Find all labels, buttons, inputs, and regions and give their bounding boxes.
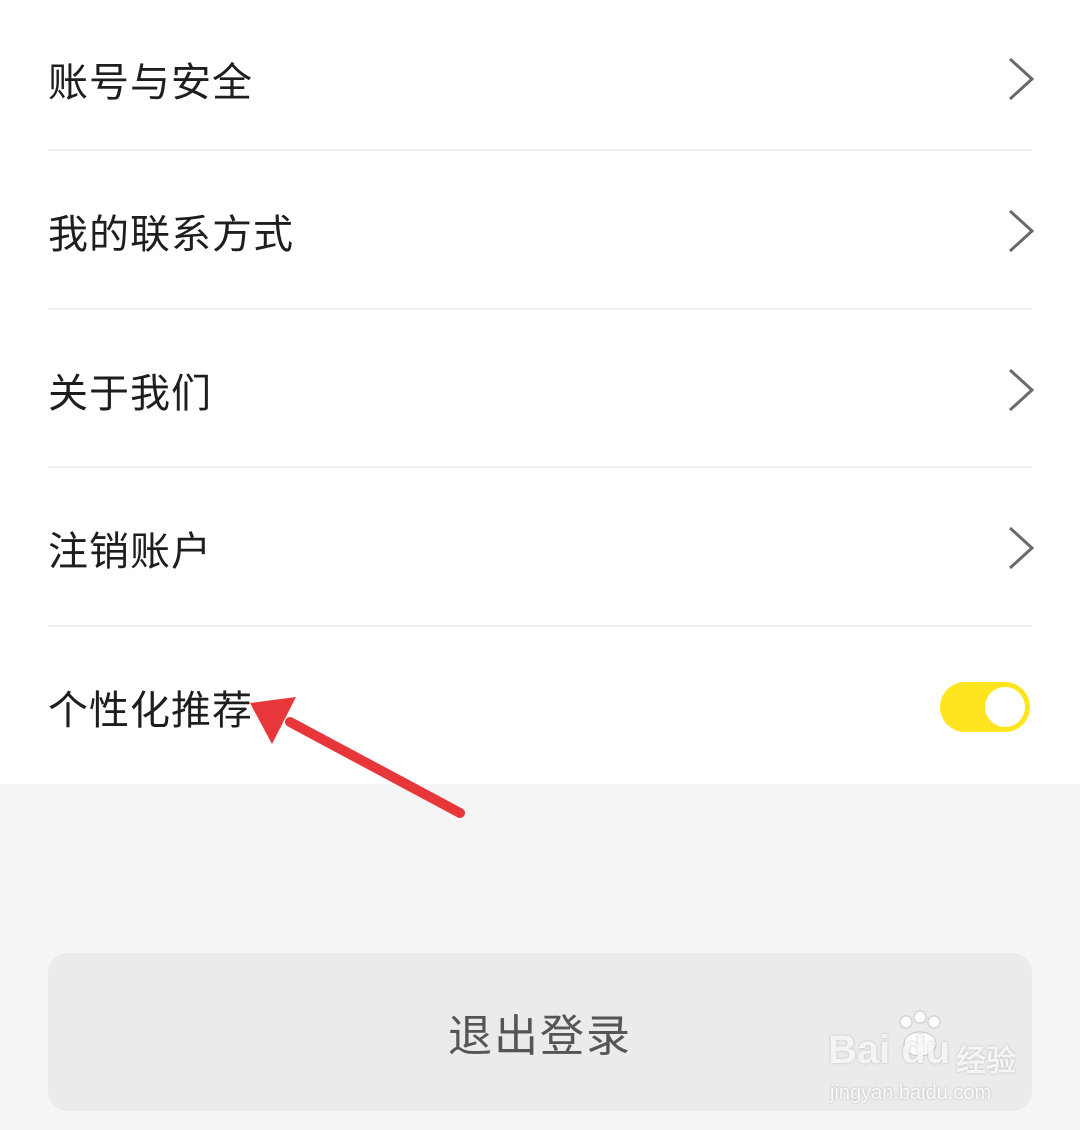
settings-item-about-us[interactable]: 关于我们 [0, 311, 1080, 469]
settings-item-account-security[interactable]: 账号与安全 [0, 0, 1080, 158]
settings-item-delete-account[interactable]: 注销账户 [0, 469, 1080, 627]
logout-button[interactable]: 退出登录 [48, 953, 1032, 1111]
settings-item-label: 个性化推荐 [48, 688, 253, 734]
chevron-right-icon [1008, 368, 1035, 412]
settings-panel: 账号与安全 我的联系方式 关于我们 注销账户 个性化推荐 [0, 0, 1080, 784]
divider [48, 466, 1032, 468]
chevron-right-icon [1008, 526, 1035, 570]
chevron-right-icon [1008, 57, 1035, 101]
logout-button-label: 退出登录 [448, 1011, 632, 1062]
personalized-recommendation-toggle[interactable] [940, 682, 1030, 732]
divider [48, 308, 1032, 310]
settings-item-label: 账号与安全 [48, 60, 253, 106]
divider [48, 149, 1032, 151]
settings-item-label: 我的联系方式 [48, 212, 294, 258]
settings-item-contact-info[interactable]: 我的联系方式 [0, 152, 1080, 310]
settings-item-label: 关于我们 [48, 371, 212, 417]
chevron-right-icon [1008, 209, 1035, 253]
settings-item-personalized-recommendation: 个性化推荐 [0, 628, 1080, 786]
settings-item-label: 注销账户 [48, 529, 212, 575]
toggle-knob [985, 687, 1025, 727]
divider [48, 625, 1032, 627]
